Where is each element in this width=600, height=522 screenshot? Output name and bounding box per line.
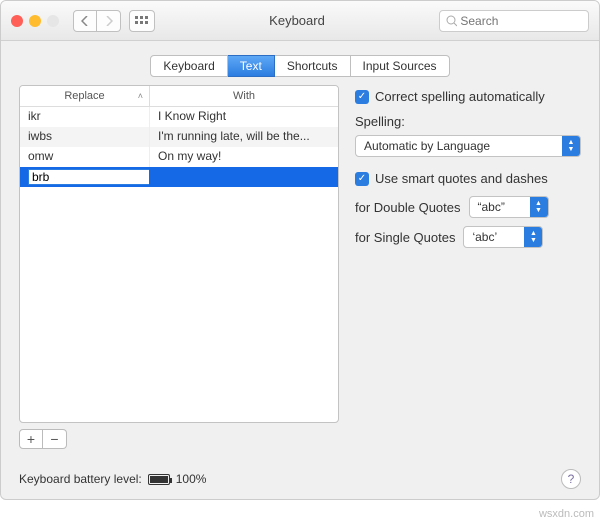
table-row[interactable]: iwbsI'm running late, will be the... <box>20 127 338 147</box>
tab-shortcuts[interactable]: Shortcuts <box>275 55 351 77</box>
checkbox-checked-icon[interactable]: ✓ <box>355 90 369 104</box>
single-quotes-label: for Single Quotes <box>355 230 455 245</box>
checkbox-checked-icon[interactable]: ✓ <box>355 172 369 186</box>
content-area: Replace ˄ With ikrI Know RightiwbsI'm ru… <box>1 85 599 461</box>
table-row[interactable]: omwOn my way! <box>20 147 338 167</box>
window-controls <box>11 15 59 27</box>
window-title: Keyboard <box>163 13 431 28</box>
replacements-table: Replace ˄ With ikrI Know RightiwbsI'm ru… <box>19 85 339 423</box>
nav-buttons <box>73 10 121 32</box>
tab-input-sources[interactable]: Input Sources <box>351 55 450 77</box>
minimize-icon[interactable] <box>29 15 41 27</box>
battery-label: Keyboard battery level: <box>19 472 142 486</box>
titlebar: Keyboard <box>1 1 599 41</box>
spelling-label: Spelling: <box>355 114 581 129</box>
table-body[interactable]: ikrI Know RightiwbsI'm running late, wil… <box>20 107 338 422</box>
spelling-value: Automatic by Language <box>364 139 490 153</box>
close-icon[interactable] <box>11 15 23 27</box>
tab-keyboard[interactable]: Keyboard <box>150 55 227 77</box>
tab-text[interactable]: Text <box>228 55 275 77</box>
footer: Keyboard battery level: 100% ? <box>1 461 599 499</box>
col-with-header[interactable]: With <box>150 86 338 106</box>
smart-quotes-label: Use smart quotes and dashes <box>375 171 548 186</box>
select-arrows-icon: ▲▼ <box>524 226 542 248</box>
back-button[interactable] <box>73 10 97 32</box>
help-button[interactable]: ? <box>561 469 581 489</box>
add-button[interactable]: + <box>19 429 43 449</box>
zoom-icon <box>47 15 59 27</box>
tab-bar: KeyboardTextShortcutsInput Sources <box>1 41 599 85</box>
table-row[interactable] <box>20 167 338 187</box>
battery-icon <box>148 474 170 485</box>
add-remove-group: + − <box>19 429 339 449</box>
prefs-window: Keyboard KeyboardTextShortcutsInput Sour… <box>0 0 600 500</box>
correct-spelling-row[interactable]: ✓ Correct spelling automatically <box>355 89 581 104</box>
select-arrows-icon: ▲▼ <box>530 196 548 218</box>
single-quotes-value: ‘abc’ <box>472 230 497 244</box>
sort-caret-icon: ˄ <box>138 91 143 101</box>
select-arrows-icon: ▲▼ <box>562 135 580 157</box>
remove-button[interactable]: − <box>43 429 67 449</box>
smart-quotes-row[interactable]: ✓ Use smart quotes and dashes <box>355 171 581 186</box>
table-row[interactable]: ikrI Know Right <box>20 107 338 127</box>
single-quotes-select[interactable]: ‘abc’ ▲▼ <box>463 226 543 248</box>
forward-button[interactable] <box>97 10 121 32</box>
double-quotes-value: “abc” <box>478 200 505 214</box>
search-field[interactable] <box>439 10 589 32</box>
replace-edit-input[interactable] <box>28 169 150 185</box>
correct-spelling-label: Correct spelling automatically <box>375 89 545 104</box>
table-header: Replace ˄ With <box>20 86 338 107</box>
search-icon <box>446 15 457 27</box>
options-panel: ✓ Correct spelling automatically Spellin… <box>355 85 581 449</box>
replacements-panel: Replace ˄ With ikrI Know RightiwbsI'm ru… <box>19 85 339 449</box>
spelling-select[interactable]: Automatic by Language ▲▼ <box>355 135 581 157</box>
show-all-button[interactable] <box>129 10 155 32</box>
col-replace-header[interactable]: Replace ˄ <box>20 86 150 106</box>
watermark: wsxdn.com <box>539 508 594 520</box>
double-quotes-label: for Double Quotes <box>355 200 461 215</box>
battery-status: Keyboard battery level: 100% <box>19 472 206 486</box>
search-input[interactable] <box>460 14 582 28</box>
battery-percent: 100% <box>176 472 207 486</box>
double-quotes-select[interactable]: “abc” ▲▼ <box>469 196 549 218</box>
